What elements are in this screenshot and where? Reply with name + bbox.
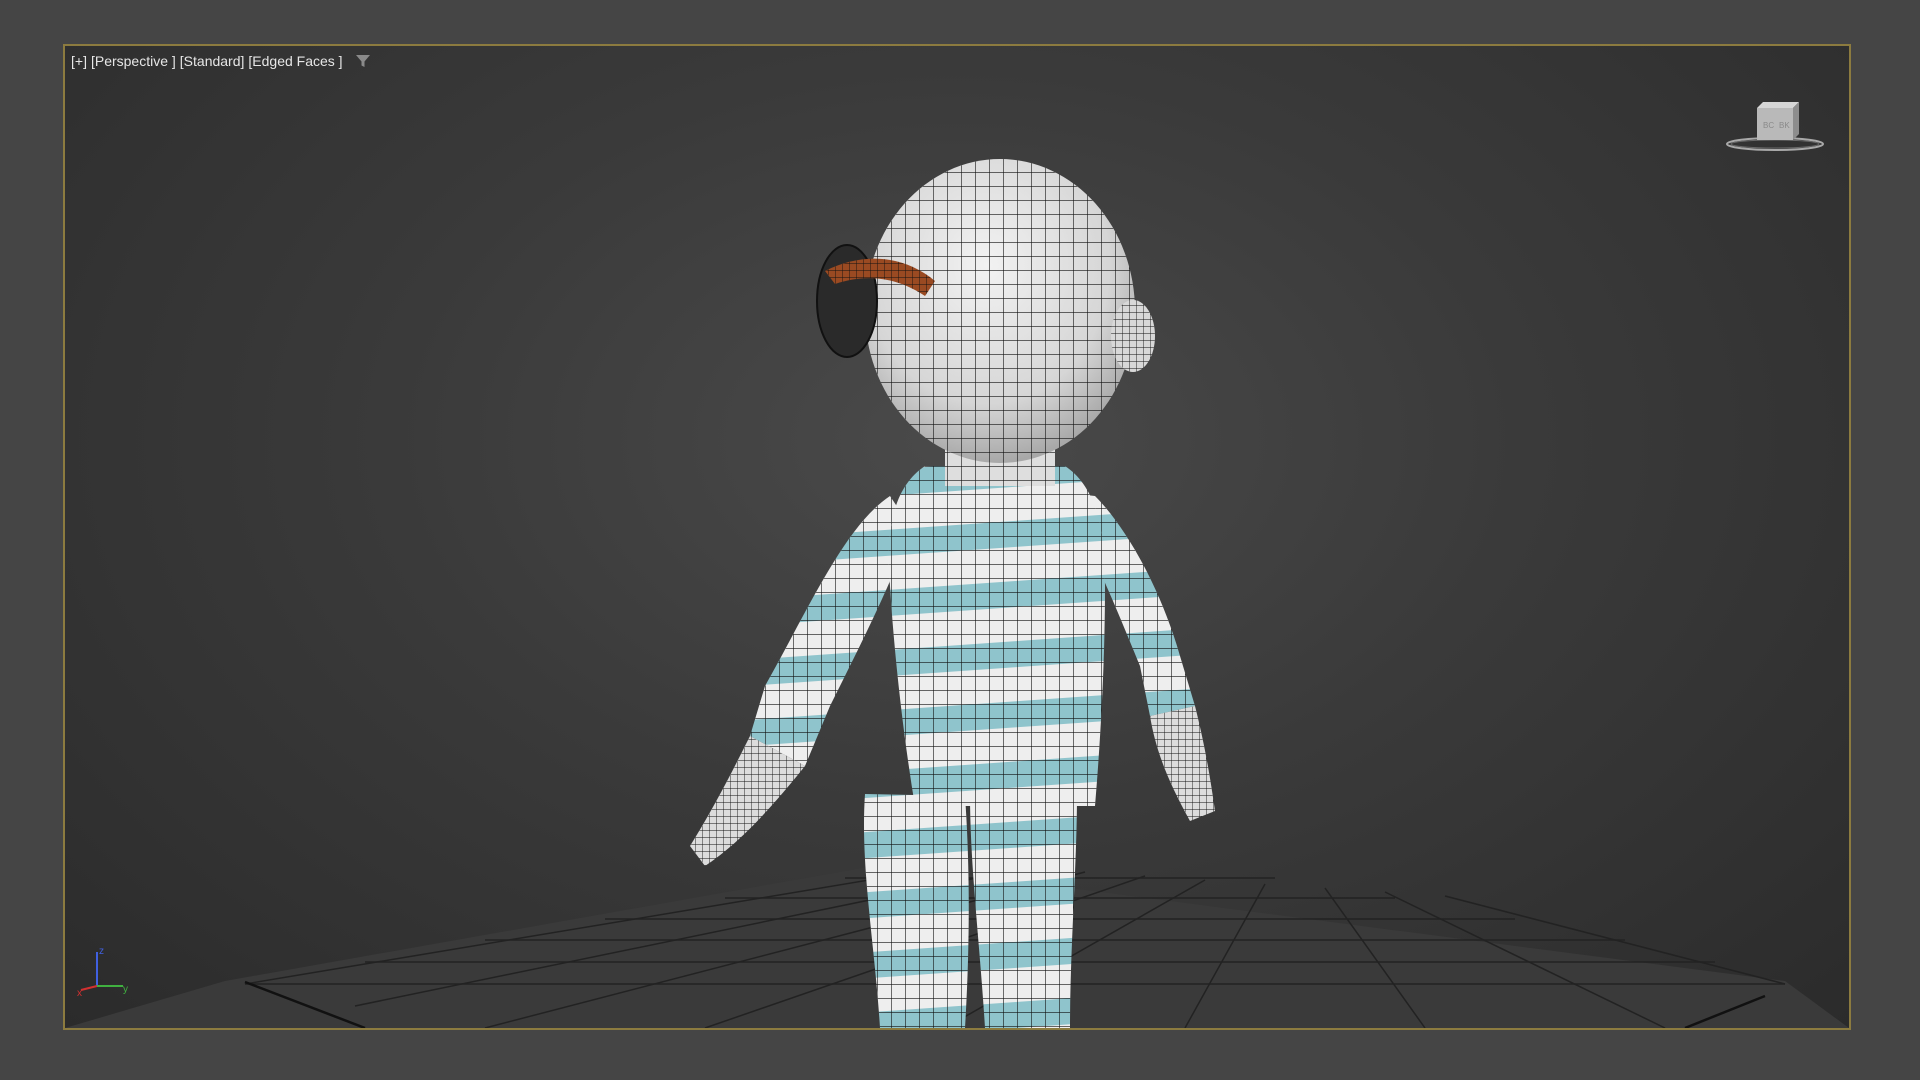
- svg-text:BK: BK: [1779, 121, 1790, 130]
- svg-text:z: z: [99, 946, 104, 957]
- viewport-menu-plus[interactable]: [+]: [71, 52, 87, 70]
- svg-text:x: x: [77, 988, 82, 998]
- viewport-shading-mode-label[interactable]: [Standard]: [180, 52, 245, 70]
- filter-icon[interactable]: [355, 53, 371, 69]
- viewcube-icon[interactable]: BC BK: [1723, 98, 1827, 158]
- viewport-display-mode-label[interactable]: [Edged Faces ]: [248, 52, 342, 70]
- viewport-label-menu: [+] [Perspective ] [Standard] [Edged Fac…: [71, 52, 371, 70]
- scene-canvas[interactable]: [65, 46, 1849, 1028]
- perspective-viewport[interactable]: [+] [Perspective ] [Standard] [Edged Fac…: [63, 44, 1851, 1030]
- axis-tripod-icon: z x y: [77, 946, 128, 998]
- svg-text:y: y: [123, 984, 128, 995]
- viewport-point-of-view-label[interactable]: [Perspective ]: [91, 52, 176, 70]
- app-window: [+] [Perspective ] [Standard] [Edged Fac…: [0, 0, 1920, 1080]
- svg-text:BC: BC: [1763, 121, 1774, 130]
